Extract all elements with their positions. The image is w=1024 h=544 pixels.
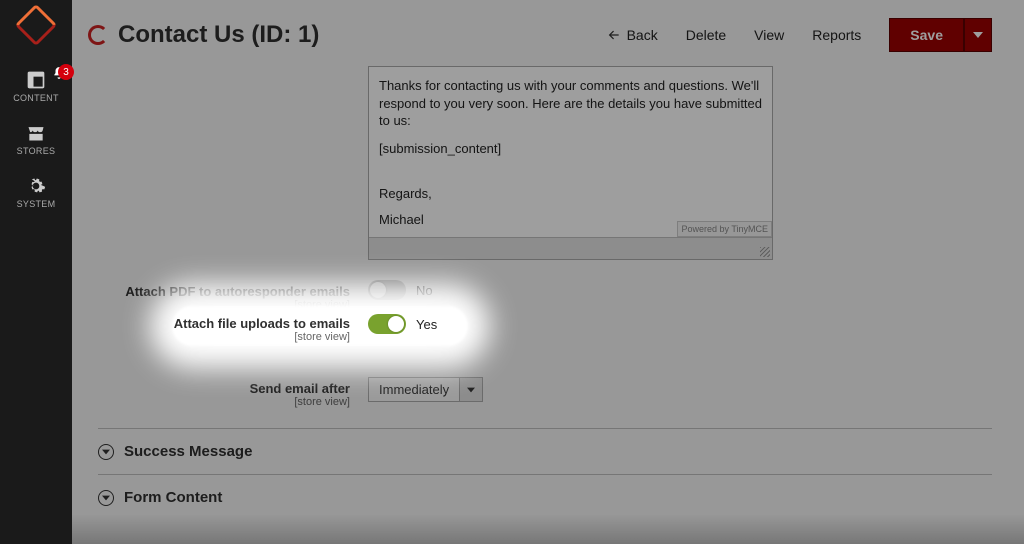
page-title: Contact Us (ID: 1) xyxy=(118,21,319,49)
sidebar-item-system[interactable]: SYSTEM xyxy=(0,176,72,209)
section-label: Success Message xyxy=(124,443,252,460)
field-scope: [store view] xyxy=(98,331,350,343)
toggle-value: Yes xyxy=(416,317,437,332)
chevron-down-icon xyxy=(98,444,114,460)
admin-sidebar: CONTENT 3 STORES SYSTEM xyxy=(0,0,72,544)
sidebar-item-label: CONTENT xyxy=(13,93,59,103)
editor-body[interactable]: Thanks for contacting us with your comme… xyxy=(369,67,772,237)
reports-button[interactable]: Reports xyxy=(812,27,861,43)
back-button[interactable]: Back xyxy=(607,27,658,43)
field-autoresponder-body: Thanks for contacting us with your comme… xyxy=(98,66,992,260)
editor-footer xyxy=(369,237,772,259)
caret-down-icon xyxy=(973,30,983,40)
toggle-attach-pdf[interactable] xyxy=(368,280,406,300)
magento-logo-icon xyxy=(15,4,57,46)
save-dropdown-button[interactable] xyxy=(964,18,992,52)
view-button[interactable]: View xyxy=(754,27,784,43)
richtext-editor[interactable]: Thanks for contacting us with your comme… xyxy=(368,66,773,260)
select-value: Immediately xyxy=(369,378,460,401)
field-attach-pdf: Attach PDF to autoresponder emails [stor… xyxy=(98,280,992,311)
field-scope: [store view] xyxy=(98,299,350,311)
section-success-message[interactable]: Success Message xyxy=(98,429,992,475)
main-area: Contact Us (ID: 1) Back Delete View Repo… xyxy=(72,0,1018,544)
gear-icon xyxy=(26,176,46,196)
toggle-value: No xyxy=(416,283,433,298)
sidebar-item-label: STORES xyxy=(17,146,56,156)
save-button[interactable]: Save xyxy=(889,18,964,52)
page-header: Contact Us (ID: 1) Back Delete View Repo… xyxy=(72,0,1018,66)
sidebar-item-stores[interactable]: STORES xyxy=(0,123,72,156)
sidebar-item-content[interactable]: CONTENT 3 xyxy=(0,70,72,103)
loading-spinner-icon xyxy=(88,25,108,45)
content-icon xyxy=(26,70,46,90)
resize-grip-icon[interactable] xyxy=(760,247,770,257)
field-scope: [store view] xyxy=(98,396,350,408)
field-label: Send email after xyxy=(250,381,350,396)
editor-line: Regards, xyxy=(379,185,762,203)
header-actions: Back Delete View Reports Save xyxy=(607,18,992,52)
editor-line: Thanks for contacting us with your comme… xyxy=(379,77,762,130)
select-send-after[interactable]: Immediately xyxy=(368,377,483,402)
section-form-content[interactable]: Form Content xyxy=(98,475,992,520)
save-split-button: Save xyxy=(889,18,992,52)
delete-button[interactable]: Delete xyxy=(686,27,726,43)
stores-icon xyxy=(26,123,46,143)
field-send-email-after: Send email after [store view] Immediatel… xyxy=(98,377,992,408)
section-label: Form Content xyxy=(124,489,222,506)
arrow-left-icon xyxy=(607,28,621,42)
select-caret[interactable] xyxy=(460,378,482,401)
field-label: Attach PDF to autoresponder emails xyxy=(125,284,350,299)
field-label: Attach file uploads to emails xyxy=(174,316,350,331)
chevron-down-icon xyxy=(98,490,114,506)
caret-down-icon xyxy=(467,386,475,394)
editor-line: [submission_content] xyxy=(379,140,762,158)
field-attach-uploads: Attach file uploads to emails [store vie… xyxy=(98,314,437,343)
notification-badge: 3 xyxy=(58,64,74,80)
toggle-attach-uploads[interactable] xyxy=(368,314,406,334)
form-content-region: Thanks for contacting us with your comme… xyxy=(72,66,1018,540)
tinymce-badge: Powered by TinyMCE xyxy=(677,221,772,237)
sidebar-item-label: SYSTEM xyxy=(17,199,56,209)
